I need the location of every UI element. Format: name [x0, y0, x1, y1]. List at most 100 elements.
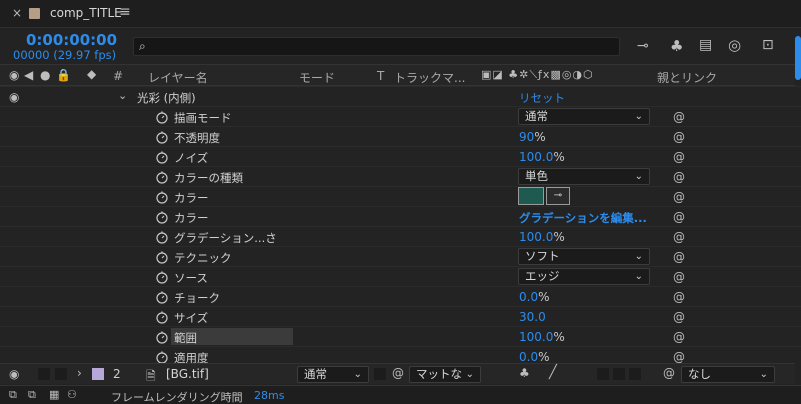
column-t[interactable]: T — [377, 69, 384, 83]
eyedropper-icon[interactable]: ⊸ — [546, 187, 570, 205]
stopwatch-icon[interactable] — [155, 130, 169, 144]
frame-render-icon[interactable]: ⚇ — [67, 388, 77, 401]
expression-spiral-icon[interactable]: @ — [673, 350, 685, 364]
solo-toggle-icon[interactable]: ● — [40, 68, 50, 82]
stopwatch-icon[interactable] — [155, 270, 169, 284]
pick-whip-icon[interactable]: @ — [663, 366, 675, 380]
label-tag-icon[interactable]: ◆ — [87, 67, 96, 81]
property-dropdown[interactable]: 通常 ⌄ — [518, 108, 650, 125]
property-label[interactable]: カラーの種類 — [174, 170, 243, 186]
shy-switch-icon[interactable]: ♣ — [519, 366, 530, 380]
stopwatch-icon[interactable] — [155, 250, 169, 264]
preserve-transparency-box[interactable] — [374, 368, 386, 380]
track-matte-dropdown[interactable]: マットな ⌄ — [409, 366, 481, 383]
value-number[interactable]: 100.0 — [519, 150, 553, 164]
column-layer-name[interactable]: レイヤー名 — [148, 69, 208, 86]
property-label[interactable]: グラデーション...さ — [174, 230, 277, 246]
audio-toggle-icon[interactable]: ◀ — [24, 68, 33, 82]
stopwatch-icon[interactable] — [155, 290, 169, 304]
property-dropdown[interactable]: 単色 ⌄ — [518, 168, 650, 185]
video-toggle-icon[interactable]: ◉ — [9, 68, 19, 82]
lock-icon[interactable]: 🔒 — [56, 68, 71, 82]
property-value[interactable]: 100.0% — [519, 150, 565, 164]
value-number[interactable]: 0.0 — [519, 290, 538, 304]
property-value[interactable]: 30.0 — [519, 310, 546, 324]
property-label[interactable]: 不透明度 — [174, 130, 220, 146]
expression-spiral-icon[interactable]: @ — [673, 310, 685, 324]
color-swatch[interactable] — [518, 187, 544, 205]
stopwatch-icon[interactable] — [155, 330, 169, 344]
layer-mode-dropdown[interactable]: 通常 ⌄ — [297, 366, 369, 383]
expression-spiral-icon[interactable]: @ — [673, 170, 685, 184]
expression-spiral-icon[interactable]: @ — [673, 110, 685, 124]
layer-audio-box[interactable] — [38, 368, 50, 380]
effect-visibility-icon[interactable]: ◉ — [9, 90, 19, 104]
property-label[interactable]: テクニック — [174, 250, 232, 266]
effect-name[interactable]: 光彩 (内側) — [137, 90, 196, 106]
property-value[interactable]: 100.0% — [519, 330, 565, 344]
graph-editor-icon[interactable]: ⊡ — [762, 37, 774, 53]
switch-box-3[interactable] — [629, 368, 641, 380]
property-value[interactable]: 100.0% — [519, 230, 565, 244]
effect-reset-link[interactable]: リセット — [519, 90, 565, 106]
scroll-indicator[interactable] — [795, 36, 801, 80]
property-value[interactable]: 90% — [519, 130, 546, 144]
layer-label-color[interactable] — [92, 368, 104, 380]
stopwatch-icon[interactable] — [155, 170, 169, 184]
motion-blur-icon[interactable]: ◎ — [728, 36, 741, 54]
expression-spiral-icon[interactable]: @ — [673, 150, 685, 164]
quality-switch-icon[interactable]: ╱ — [549, 365, 557, 380]
layer-search-box[interactable]: ⌕ — [133, 37, 620, 56]
property-label[interactable]: ノイズ — [174, 150, 208, 166]
layer-solo-box[interactable] — [55, 368, 67, 380]
effect-expand-icon[interactable]: ⌄ — [118, 89, 127, 102]
matte-link-icon[interactable]: @ — [392, 366, 404, 380]
tab-menu-icon[interactable]: ≡ — [119, 4, 131, 20]
parent-dropdown[interactable]: なし ⌄ — [681, 366, 775, 383]
search-input[interactable] — [156, 39, 616, 54]
stopwatch-icon[interactable] — [155, 230, 169, 244]
composition-flowchart-icon[interactable]: ⊸ — [637, 38, 649, 54]
property-dropdown[interactable]: エッジ ⌄ — [518, 268, 650, 285]
expression-spiral-icon[interactable]: @ — [673, 270, 685, 284]
layer-expand-icon[interactable]: › — [77, 366, 82, 380]
timecode-display[interactable]: 0:00:00:00 — [26, 31, 117, 49]
expression-spiral-icon[interactable]: @ — [673, 130, 685, 144]
tab-title[interactable]: comp_TITLE — [50, 6, 122, 20]
value-number[interactable]: 0.0 — [519, 350, 538, 364]
transfer-modes-icon[interactable]: ⧉ — [28, 388, 36, 402]
property-dropdown[interactable]: ソフト ⌄ — [518, 248, 650, 265]
frame-blending-icon[interactable]: ▤ — [699, 37, 712, 53]
property-label[interactable]: サイズ — [174, 310, 208, 326]
property-label[interactable]: ソース — [174, 270, 208, 286]
column-track-matte[interactable]: トラックマ... — [394, 69, 465, 86]
property-label[interactable]: チョーク — [174, 290, 220, 306]
expression-spiral-icon[interactable]: @ — [673, 210, 685, 224]
property-value[interactable]: 0.0% — [519, 290, 550, 304]
property-value[interactable]: 0.0% — [519, 350, 550, 364]
layer-switches-icon[interactable]: ▦ — [49, 388, 59, 401]
property-label[interactable]: カラー — [174, 210, 209, 226]
render-toggle-icon[interactable]: ⧉ — [9, 388, 17, 402]
layer-visibility-icon[interactable]: ◉ — [9, 367, 19, 381]
value-number[interactable]: グラデーションを編集... — [519, 211, 647, 225]
switch-box-2[interactable] — [613, 368, 625, 380]
stopwatch-icon[interactable] — [155, 210, 169, 224]
column-mode[interactable]: モード — [299, 69, 335, 86]
value-number[interactable]: 30.0 — [519, 310, 546, 324]
property-label[interactable]: 範囲 — [171, 328, 293, 345]
expression-spiral-icon[interactable]: @ — [673, 330, 685, 344]
expression-spiral-icon[interactable]: @ — [673, 290, 685, 304]
property-label[interactable]: カラー — [174, 190, 209, 206]
layer-row[interactable]: ◉ › 2 🗎 [BG.tif] 通常 ⌄ @ マットな ⌄ ♣ ╱ @ なし … — [0, 363, 795, 384]
draft-3d-icon[interactable]: ♣ — [670, 37, 683, 55]
switch-box-1[interactable] — [597, 368, 609, 380]
stopwatch-icon[interactable] — [155, 310, 169, 324]
stopwatch-icon[interactable] — [155, 150, 169, 164]
property-label[interactable]: 描画モード — [174, 110, 232, 126]
stopwatch-icon[interactable] — [155, 190, 169, 204]
expression-spiral-icon[interactable]: @ — [673, 250, 685, 264]
value-number[interactable]: 100.0 — [519, 330, 553, 344]
value-number[interactable]: 90 — [519, 130, 534, 144]
property-value[interactable]: グラデーションを編集... — [519, 210, 647, 226]
